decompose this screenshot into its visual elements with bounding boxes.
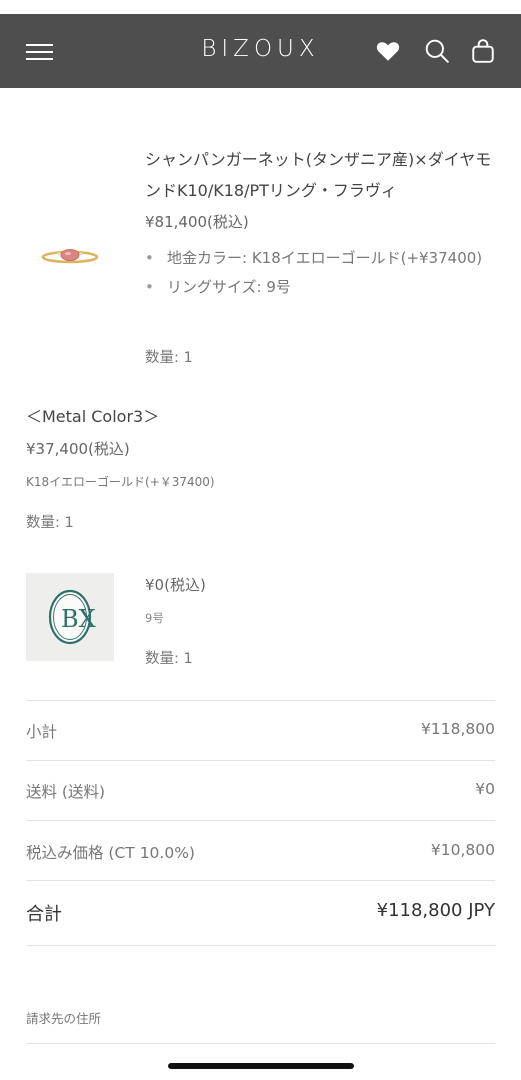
item-variant: 9号 xyxy=(145,611,164,625)
heart-icon[interactable] xyxy=(375,38,401,64)
shipping-label: 送料 (送料) xyxy=(26,783,106,801)
home-indicator xyxy=(168,1063,354,1069)
divider xyxy=(26,880,495,881)
option-variant: K18イエローゴールド(+￥37400) xyxy=(26,475,215,489)
top-navbar: BIZOUX xyxy=(0,14,521,88)
product-image-ring[interactable] xyxy=(26,212,114,300)
divider xyxy=(26,820,495,821)
total-row: 合計 ¥118,800 JPY xyxy=(26,900,495,926)
shipping-value: ¥0 xyxy=(475,780,495,798)
divider xyxy=(26,760,495,761)
item-price: ¥0(税込) xyxy=(145,576,206,594)
logo-text: BX xyxy=(61,605,96,633)
total-label: 合計 xyxy=(26,904,62,925)
product-quantity: 数量: 1 xyxy=(145,350,193,366)
search-icon[interactable] xyxy=(424,38,450,64)
tax-label: 税込み価格 (CT 10.0%) xyxy=(26,844,195,862)
product-price: ¥81,400(税込) xyxy=(145,213,249,231)
tax-row: 税込み価格 (CT 10.0%) ¥10,800 xyxy=(26,841,495,863)
subtotal-value: ¥118,800 xyxy=(421,720,495,738)
property-ring-size: • リングサイズ: 9号 xyxy=(145,278,291,296)
tax-value: ¥10,800 xyxy=(430,841,495,859)
shipping-row: 送料 (送料) ¥0 xyxy=(26,780,495,802)
product-properties: • 地金カラー: K18イエローゴールド(+¥37400) • リングサイズ: 9号 xyxy=(145,244,485,302)
product-title[interactable]: シャンパンガーネット(タンザニア産)×ダイヤモンドK10/K18/PTリング・フ… xyxy=(145,144,495,206)
property-metal-color: • 地金カラー: K18イエローゴールド(+¥37400) xyxy=(145,249,483,267)
divider xyxy=(26,700,495,701)
option-quantity: 数量: 1 xyxy=(26,515,74,531)
option-name: ＜Metal Color3＞ xyxy=(26,407,160,426)
subtotal-row: 小計 ¥118,800 xyxy=(26,720,495,742)
billing-address-label: 請求先の住所 xyxy=(26,1011,102,1026)
status-bar xyxy=(0,0,521,14)
bag-icon[interactable] xyxy=(470,38,496,64)
product-image-logo[interactable]: BX xyxy=(26,573,114,661)
divider xyxy=(26,1043,495,1044)
option-price: ¥37,400(税込) xyxy=(26,440,130,458)
total-value: ¥118,800 JPY xyxy=(376,900,495,921)
item-quantity: 数量: 1 xyxy=(145,651,193,667)
subtotal-label: 小計 xyxy=(26,723,58,741)
divider xyxy=(26,945,495,946)
